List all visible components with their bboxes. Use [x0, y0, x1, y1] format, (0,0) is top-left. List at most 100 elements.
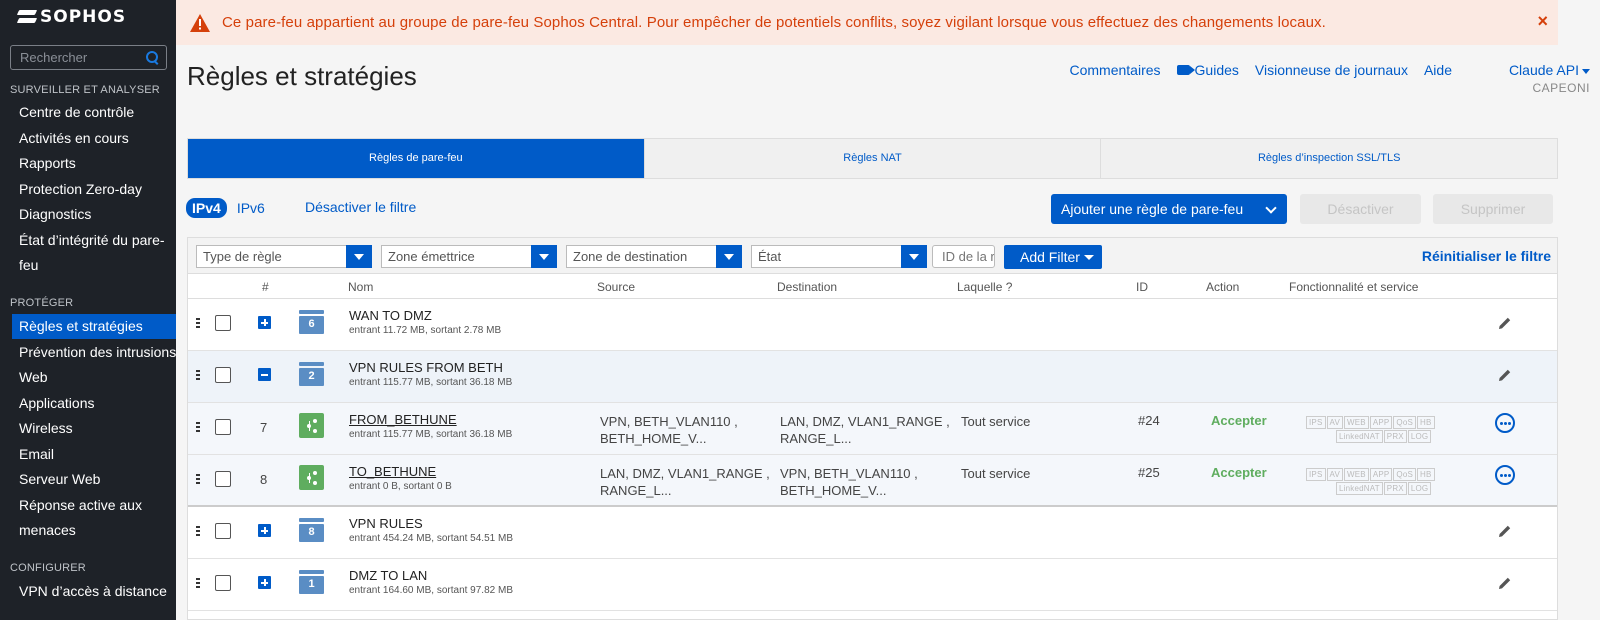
group-count: 2 — [308, 370, 315, 382]
expand-icon[interactable] — [258, 576, 271, 589]
search-input[interactable] — [11, 50, 144, 65]
drag-handle-icon[interactable] — [196, 370, 200, 381]
drag-handle-icon[interactable] — [196, 526, 200, 537]
sidebar-item-applications[interactable]: Applications — [0, 391, 176, 416]
sidebar-item-intrusion-prevention[interactable]: Prévention des intrusions — [0, 340, 176, 365]
sidebar-item-wireless[interactable]: Wireless — [0, 416, 176, 441]
add-filter-button[interactable]: Add Filter — [1004, 245, 1102, 269]
dropdown-arrow-icon[interactable] — [346, 245, 372, 268]
disable-filter-link[interactable]: Désactiver le filtre — [305, 199, 416, 215]
drag-handle-icon[interactable] — [196, 422, 200, 433]
rule-type-select[interactable]: Type de règle — [196, 245, 372, 268]
sidebar-item-rules-policies[interactable]: Règles et stratégies — [12, 314, 176, 339]
col-destination[interactable]: Destination — [777, 280, 837, 294]
ipv4-toggle[interactable]: IPv4 — [186, 198, 227, 218]
state-select[interactable]: État — [751, 245, 927, 268]
col-features[interactable]: Fonctionnalité et service — [1289, 280, 1418, 294]
tab-firewall-rules[interactable]: Règles de pare-feu — [188, 139, 645, 178]
col-name[interactable]: Nom — [348, 280, 373, 294]
guides-link[interactable]: Guides — [1176, 62, 1239, 78]
central-warning-banner: Ce pare-feu appartient au groupe de pare… — [176, 0, 1558, 45]
rule-name-link[interactable]: FROM_BETHUNE — [349, 412, 457, 427]
edit-icon[interactable] — [1497, 367, 1513, 383]
close-icon[interactable]: × — [1537, 11, 1548, 32]
sidebar-item-email[interactable]: Email — [0, 442, 176, 467]
add-firewall-rule-button[interactable]: Ajouter une règle de pare-feu — [1051, 194, 1287, 224]
edit-icon[interactable] — [1497, 575, 1513, 591]
dropdown-arrow-icon[interactable] — [901, 245, 927, 268]
edit-icon[interactable] — [1497, 523, 1513, 539]
feature-tag-app: APP — [1369, 468, 1393, 481]
dest-zone-select[interactable]: Zone de destination — [566, 245, 742, 268]
expand-icon[interactable] — [258, 316, 271, 329]
dropdown-arrow-icon[interactable] — [531, 245, 557, 268]
delete-button[interactable]: Supprimer — [1433, 194, 1553, 224]
sidebar-item-firewall-health[interactable]: État d’intégrité du pare-feu — [0, 228, 170, 278]
sidebar-item-reports[interactable]: Rapports — [0, 151, 176, 176]
col-which[interactable]: Laquelle ? — [957, 280, 1012, 294]
search-icon[interactable] — [144, 49, 162, 67]
drag-handle-icon[interactable] — [196, 318, 200, 329]
comments-link[interactable]: Commentaires — [1070, 62, 1161, 78]
col-source[interactable]: Source — [597, 280, 635, 294]
sophos-logo[interactable]: SOPHOS — [18, 7, 126, 27]
row-checkbox[interactable] — [215, 367, 231, 383]
edit-icon[interactable] — [1497, 315, 1513, 331]
row-checkbox[interactable] — [215, 315, 231, 331]
sidebar-item-current-activities[interactable]: Activités en cours — [0, 126, 176, 151]
row-checkbox[interactable] — [215, 575, 231, 591]
feature-tags: IPS AV WEB APP QoS HB LinkedNAT PRX LOG — [1306, 416, 1436, 444]
sidebar-item-active-threat-response[interactable]: Réponse active aux menaces — [0, 493, 170, 543]
page-title: Règles et stratégies — [187, 61, 417, 91]
table-row[interactable]: 8 TO_BETHUNE entrant 0 B, sortant 0 B LA… — [188, 455, 1557, 507]
sophos-logo-icon — [18, 10, 36, 24]
rule-traffic: entrant 0 B, sortant 0 B — [349, 481, 452, 492]
rule-action: Accepter — [1211, 413, 1267, 428]
col-id[interactable]: ID — [1136, 280, 1148, 294]
sidebar-item-remote-vpn[interactable]: VPN d’accès à distance — [0, 579, 176, 604]
expand-icon[interactable] — [258, 524, 271, 537]
sidebar-item-zero-day[interactable]: Protection Zero-day — [0, 177, 176, 202]
section-title-configure: CONFIGURER — [10, 562, 86, 574]
source-zone-select[interactable]: Zone émettrice — [381, 245, 557, 268]
tab-ssl-tls-rules[interactable]: Règles d’inspection SSL/TLS — [1101, 139, 1557, 178]
drag-handle-icon[interactable] — [196, 578, 200, 589]
sidebar-item-control-center[interactable]: Centre de contrôle — [0, 100, 176, 125]
feature-tag-prx: PRX — [1383, 482, 1407, 495]
tab-nat-rules[interactable]: Règles NAT — [645, 139, 1102, 178]
group-name: DMZ TO LAN — [349, 568, 428, 583]
more-options-icon[interactable] — [1495, 465, 1515, 485]
group-name: VPN RULES FROM BETH — [349, 360, 503, 375]
sidebar-search — [10, 45, 167, 70]
reset-filter-link[interactable]: Réinitialiser le filtre — [1422, 248, 1551, 264]
sidebar-item-web[interactable]: Web — [0, 365, 176, 390]
more-options-icon[interactable] — [1495, 413, 1515, 433]
feature-tag-ips: IPS — [1306, 416, 1326, 429]
disable-button[interactable]: Désactiver — [1300, 194, 1421, 224]
rule-source-line1: LAN, DMZ, VLAN1_RANGE , — [600, 466, 770, 481]
rule-name-link[interactable]: TO_BETHUNE — [349, 464, 436, 479]
row-checkbox[interactable] — [215, 471, 231, 487]
sidebar-item-web-server[interactable]: Serveur Web — [0, 467, 176, 492]
table-row[interactable]: 2 VPN RULES FROM BETH entrant 115.77 MB,… — [188, 351, 1557, 403]
user-menu[interactable]: Claude API — [1509, 62, 1590, 78]
row-checkbox[interactable] — [215, 523, 231, 539]
rules-tabs: Règles de pare-feu Règles NAT Règles d’i… — [187, 138, 1558, 179]
chevron-down-icon[interactable] — [1265, 202, 1277, 214]
help-link[interactable]: Aide — [1424, 62, 1452, 78]
row-checkbox[interactable] — [215, 419, 231, 435]
rule-source-line2: BETH_HOME_V... — [600, 431, 707, 446]
sidebar-item-diagnostics[interactable]: Diagnostics — [0, 202, 176, 227]
col-action[interactable]: Action — [1206, 280, 1239, 294]
rule-id-input[interactable] — [932, 245, 995, 268]
table-row[interactable]: 8 VPN RULES entrant 454.24 MB, sortant 5… — [188, 507, 1557, 559]
dropdown-arrow-icon[interactable] — [716, 245, 742, 268]
section-title-protect: PROTÉGER — [10, 297, 74, 309]
ipv6-toggle[interactable]: IPv6 — [237, 200, 265, 216]
table-row[interactable]: 1 DMZ TO LAN entrant 164.60 MB, sortant … — [188, 559, 1557, 611]
table-row[interactable]: 7 FROM_BETHUNE entrant 115.77 MB, sortan… — [188, 403, 1557, 455]
log-viewer-link[interactable]: Visionneuse de journaux — [1255, 62, 1408, 78]
collapse-icon[interactable] — [258, 368, 271, 381]
table-row[interactable]: 6 WAN TO DMZ entrant 11.72 MB, sortant 2… — [188, 299, 1557, 351]
drag-handle-icon[interactable] — [196, 474, 200, 485]
